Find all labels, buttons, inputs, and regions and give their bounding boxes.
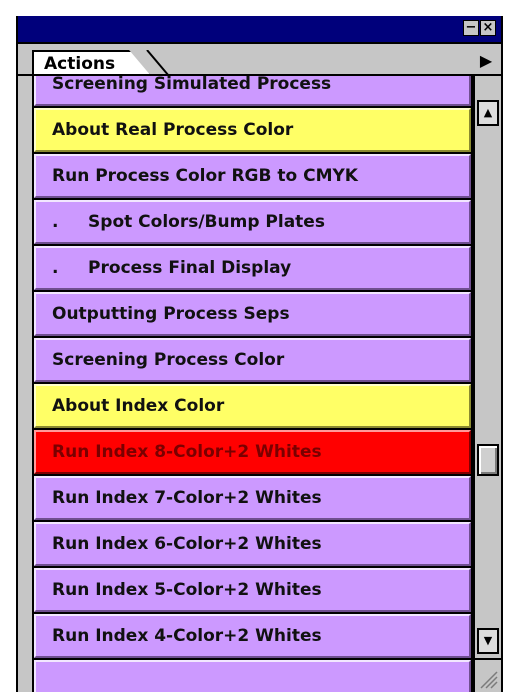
resize-grip-icon[interactable] bbox=[475, 658, 501, 692]
tab-actions[interactable]: Actions bbox=[32, 50, 151, 76]
vertical-scrollbar[interactable]: ▲ ▼ bbox=[473, 76, 501, 692]
action-row[interactable]: Run Index 5-Color+2 Whites bbox=[34, 568, 471, 612]
palette-tab-row: Actions ▶ bbox=[18, 44, 501, 76]
actions-palette-window: − × Actions ▶ Screening Simulated Proces… bbox=[16, 16, 503, 692]
action-row[interactable]: Screening Simulated Process bbox=[34, 76, 471, 106]
action-row[interactable]: About Index Color bbox=[34, 384, 471, 428]
action-row[interactable]: Run Index 7-Color+2 Whites bbox=[34, 476, 471, 520]
action-row[interactable]: Run Process Color RGB to CMYK bbox=[34, 154, 471, 198]
action-row[interactable]: Run Index 4-Color+2 Whites bbox=[34, 614, 471, 658]
action-row[interactable]: Run Index 6-Color+2 Whites bbox=[34, 522, 471, 566]
scroll-thumb[interactable] bbox=[477, 444, 499, 476]
action-row[interactable]: Run Index 8-Color+2 Whites bbox=[34, 430, 471, 474]
scroll-down-button[interactable]: ▼ bbox=[477, 628, 499, 654]
palette-menu-arrow-icon[interactable]: ▶ bbox=[476, 50, 496, 72]
minimize-button[interactable]: − bbox=[463, 20, 479, 36]
action-row[interactable]: Screening Process Color bbox=[34, 338, 471, 382]
action-row[interactable] bbox=[34, 660, 471, 692]
action-row[interactable]: . Spot Colors/Bump Plates bbox=[34, 200, 471, 244]
action-list[interactable]: Screening Simulated Process About Real Pr… bbox=[32, 76, 473, 692]
action-row[interactable]: . Process Final Display bbox=[34, 246, 471, 290]
scroll-up-button[interactable]: ▲ bbox=[477, 100, 499, 126]
tab-edge bbox=[146, 50, 169, 76]
action-row[interactable]: Outputting Process Seps bbox=[34, 292, 471, 336]
close-button[interactable]: × bbox=[480, 20, 496, 36]
action-row[interactable]: About Real Process Color bbox=[34, 108, 471, 152]
palette-title-bar[interactable]: − × bbox=[18, 16, 501, 44]
